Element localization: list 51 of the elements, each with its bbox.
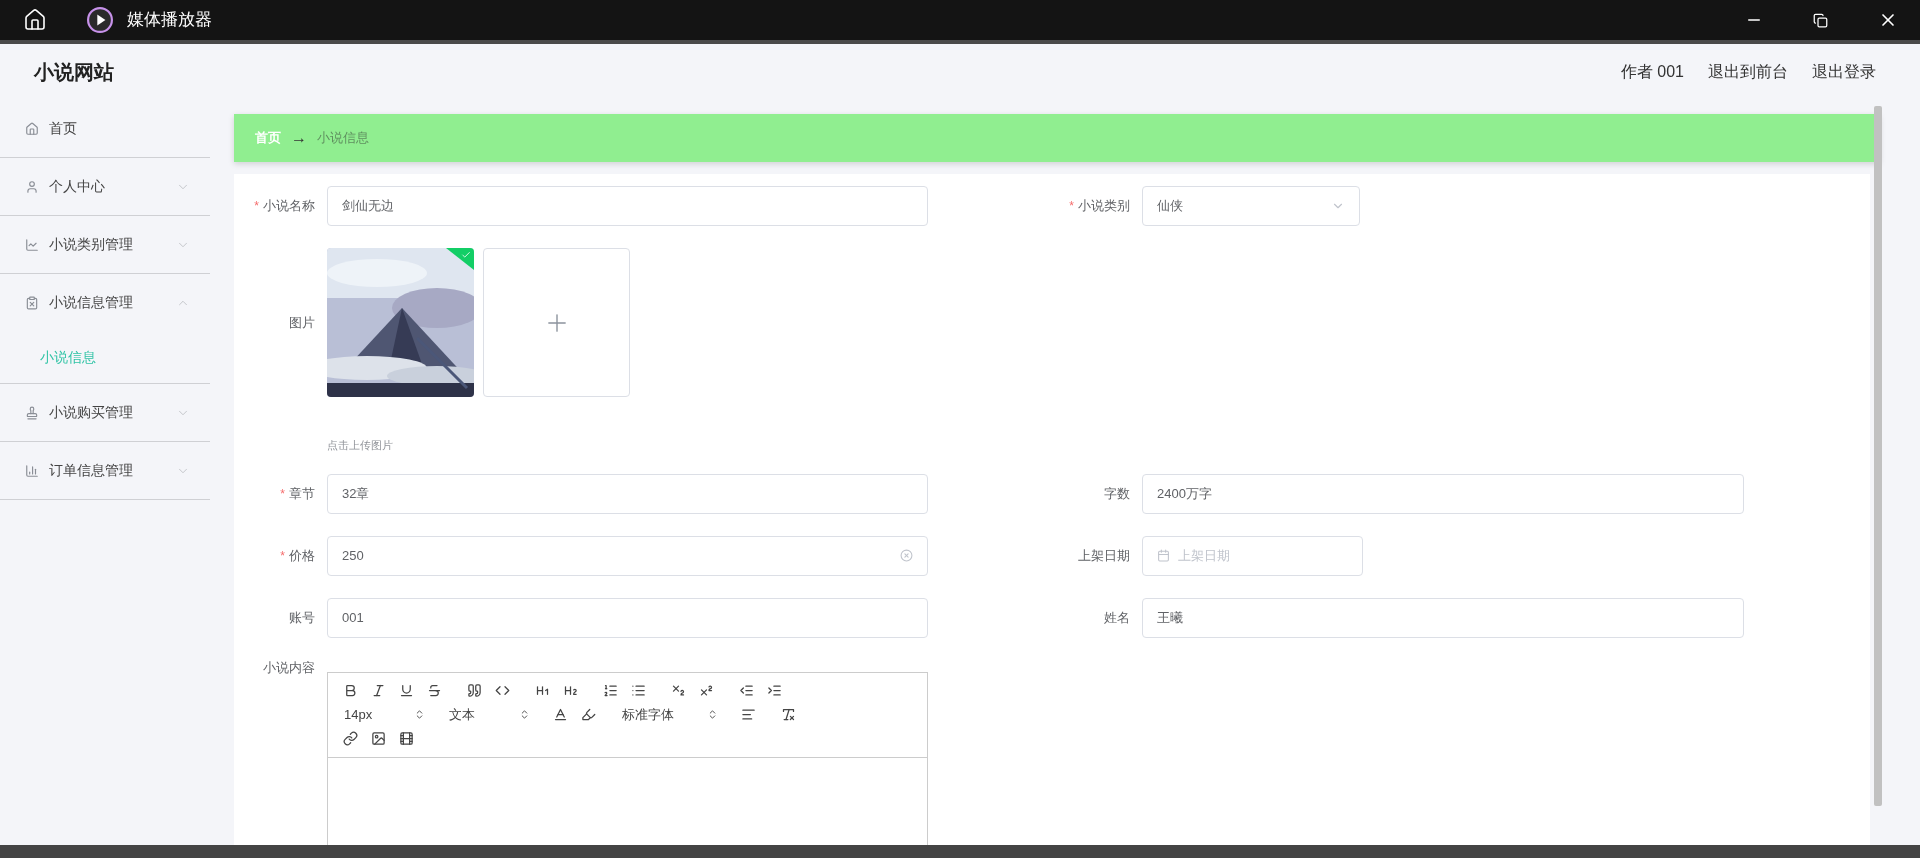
window-title: 媒体播放器	[127, 9, 212, 32]
required-mark: *	[254, 198, 259, 215]
text-input[interactable]: 2400万字	[1142, 473, 1744, 514]
sidebar-item[interactable]: 首页	[0, 100, 210, 157]
person-icon	[25, 179, 39, 194]
required-mark: *	[1069, 198, 1074, 215]
required-mark: *	[280, 485, 285, 503]
header-link[interactable]: 退出登录	[1812, 60, 1876, 84]
text-input[interactable]: 32章	[327, 473, 928, 514]
bar-chart-icon	[25, 463, 39, 478]
sidebar-item[interactable]: 小说信息管理	[0, 274, 210, 331]
category-select[interactable]: 仙侠	[1142, 186, 1360, 226]
upload-hint: 点击上传图片	[327, 438, 394, 453]
sidebar-item[interactable]: 小说类别管理	[0, 216, 210, 273]
text-input[interactable]: 剑仙无边	[327, 186, 928, 226]
font-size-select[interactable]: 14px	[340, 704, 425, 725]
text-input[interactable]: 250	[327, 535, 928, 576]
field-label: 章节	[289, 484, 315, 503]
home-icon[interactable]	[23, 8, 47, 32]
house-icon	[25, 121, 39, 136]
sidebar-item[interactable]: 个人中心	[0, 158, 210, 215]
field-label: 姓名	[1104, 608, 1130, 627]
field-label: 价格	[289, 546, 315, 565]
sidebar-item[interactable]: 小说购买管理	[0, 384, 210, 441]
required-mark: *	[280, 547, 285, 565]
field-label: 字数	[1104, 484, 1130, 503]
up-down-arrows-icon	[519, 709, 530, 720]
field-label: 上架日期	[1078, 546, 1130, 565]
field-label: 小说内容	[263, 658, 315, 677]
field-label: 小说类别	[1078, 197, 1130, 216]
heading-select[interactable]: 文本	[445, 704, 530, 725]
restore-icon[interactable]	[1813, 12, 1828, 28]
field-label: 小说名称	[263, 197, 315, 216]
text-input[interactable]: 001	[327, 597, 928, 638]
clipboard-icon	[25, 295, 39, 310]
stamp-icon	[25, 405, 39, 420]
up-down-arrows-icon	[414, 709, 425, 720]
header-link[interactable]: 退出到前台	[1708, 60, 1788, 84]
sidebar-item[interactable]: 订单信息管理	[0, 442, 210, 499]
text-input[interactable]: 王曦	[1142, 597, 1744, 638]
breadcrumb-separator: →	[291, 128, 307, 148]
field-label: 图片	[289, 313, 315, 332]
font-family-select[interactable]: 标准字体	[618, 704, 718, 725]
link-icon[interactable]	[340, 728, 360, 749]
header-link[interactable]: 作者 001	[1620, 60, 1684, 84]
site-title: 小说网站	[34, 60, 114, 85]
chart-icon	[25, 237, 39, 252]
play-icon	[87, 7, 113, 33]
field-label: 账号	[289, 608, 315, 627]
up-down-arrows-icon	[707, 709, 718, 720]
calendar-icon	[1157, 549, 1170, 562]
